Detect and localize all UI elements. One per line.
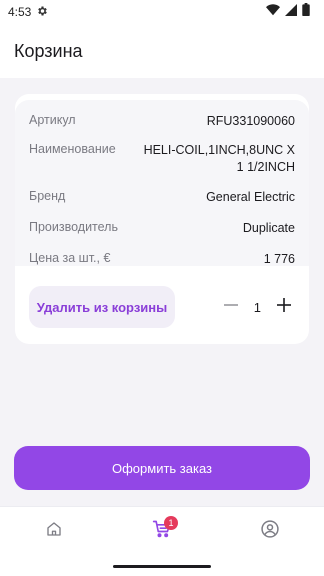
spec-value: 1 776 xyxy=(263,252,295,266)
cart-item-card: Артикул RFU331090060 Наименование HELI-C… xyxy=(15,94,309,344)
spec-label: Наименование xyxy=(29,142,116,156)
spec-value: General Electric xyxy=(206,190,295,204)
checkout-button[interactable]: Оформить заказ xyxy=(14,446,310,490)
spec-row-sku: Артикул RFU331090060 xyxy=(29,113,295,130)
minus-icon[interactable] xyxy=(223,298,238,317)
bottom-nav: 1 xyxy=(0,506,324,556)
spec-value: HELI-COIL,1INCH,8UNC X 1 1/2INCH xyxy=(143,143,295,174)
home-icon xyxy=(45,520,63,543)
signal-icon xyxy=(285,3,297,21)
page-title: Корзина xyxy=(14,40,83,61)
plus-icon[interactable] xyxy=(277,297,291,317)
spec-row-brand: Бренд General Electric xyxy=(29,189,295,206)
spec-label: Производитель xyxy=(29,220,118,234)
battery-icon xyxy=(302,3,310,21)
status-time: 4:53 xyxy=(8,5,32,19)
spec-label: Бренд xyxy=(29,189,66,203)
cart-badge: 1 xyxy=(164,515,178,530)
spec-value: Duplicate xyxy=(242,221,295,235)
nav-item-cart[interactable]: 1 xyxy=(142,512,182,552)
spec-row-name: Наименование HELI-COIL,1INCH,8UNC X 1 1/… xyxy=(29,142,295,176)
home-indicator[interactable] xyxy=(113,565,211,568)
product-specs: Артикул RFU331090060 Наименование HELI-C… xyxy=(15,100,309,266)
spec-row-manufacturer: Производитель Duplicate xyxy=(29,220,295,237)
app-bar: Корзина xyxy=(0,24,324,78)
profile-icon xyxy=(260,519,280,544)
spec-label: Артикул xyxy=(29,113,76,127)
quantity-stepper: 1 xyxy=(223,294,291,320)
status-bar: 4:53 xyxy=(0,0,324,24)
spec-value: RFU331090060 xyxy=(206,114,295,128)
remove-from-cart-button[interactable]: Удалить из корзины xyxy=(29,286,175,328)
settings-icon xyxy=(36,5,48,20)
wifi-icon xyxy=(266,3,280,21)
nav-item-profile[interactable] xyxy=(250,512,290,552)
spec-label: Цена за шт., € xyxy=(29,251,111,265)
spec-row-price: Цена за шт., € 1 776 xyxy=(29,251,295,268)
nav-item-home[interactable] xyxy=(34,512,74,552)
quantity-value: 1 xyxy=(253,299,261,315)
